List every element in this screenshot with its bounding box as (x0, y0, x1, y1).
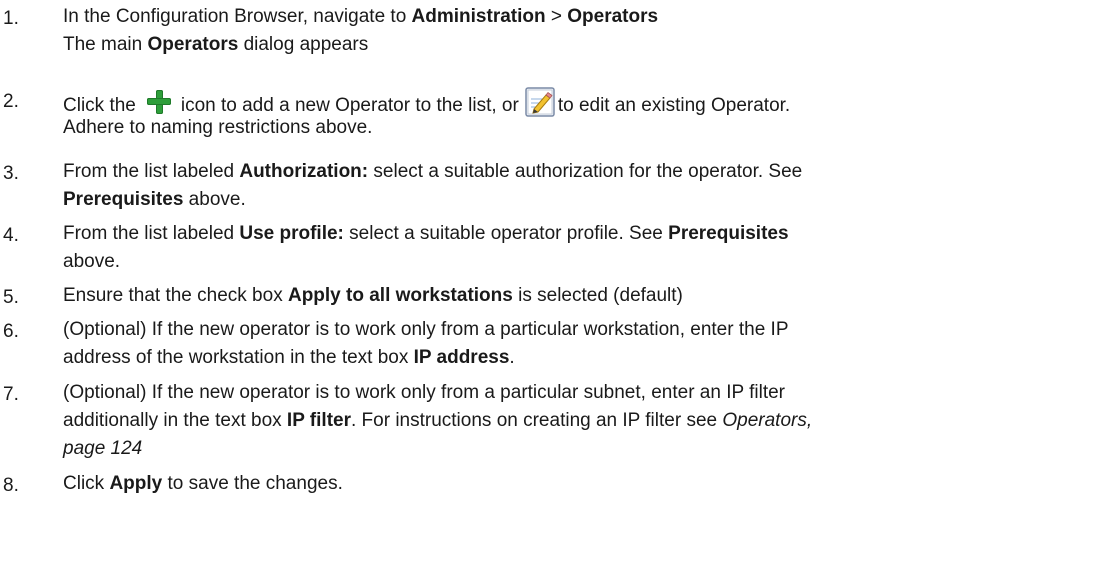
step-6-line-1: (Optional) If the new operator is to wor… (63, 319, 789, 340)
page-reference[interactable]: page 124 (63, 438, 142, 459)
step-number: 6. (3, 321, 19, 342)
step-6-line-2: address of the workstation in the text b… (63, 347, 515, 368)
step-2-line-2: Adhere to naming restrictions above. (63, 117, 373, 138)
step-3-line-1: From the list labeled Authorization: sel… (63, 161, 803, 182)
step-number: 1. (3, 8, 19, 29)
step-3-line-2: Prerequisites above. (63, 189, 246, 210)
step-number: 4. (3, 225, 19, 246)
step-1-line-2: The main Operators dialog appears (63, 34, 369, 55)
step-number: 8. (3, 475, 19, 496)
step-4-line-1: From the list labeled Use profile: selec… (63, 223, 789, 244)
step-number: 3. (3, 163, 19, 184)
step-1-line-1: In the Configuration Browser, navigate t… (63, 6, 659, 27)
step-7-line-3: page 124 (63, 436, 142, 462)
operators-page-link[interactable]: Operators, (722, 410, 812, 431)
step-8-line-1: Click Apply to save the changes. (63, 473, 343, 494)
step-number: 2. (3, 91, 19, 112)
step-7-line-1: (Optional) If the new operator is to wor… (63, 382, 785, 403)
step-4-line-2: above. (63, 251, 121, 272)
step-number: 7. (3, 384, 19, 405)
add-plus-icon (145, 88, 173, 116)
edit-pencil-icon (525, 87, 555, 117)
step-number: 5. (3, 287, 19, 308)
step-5-line-1: Ensure that the check box Apply to all w… (63, 285, 683, 306)
step-7-line-2: additionally in the text box IP filter. … (63, 410, 813, 431)
